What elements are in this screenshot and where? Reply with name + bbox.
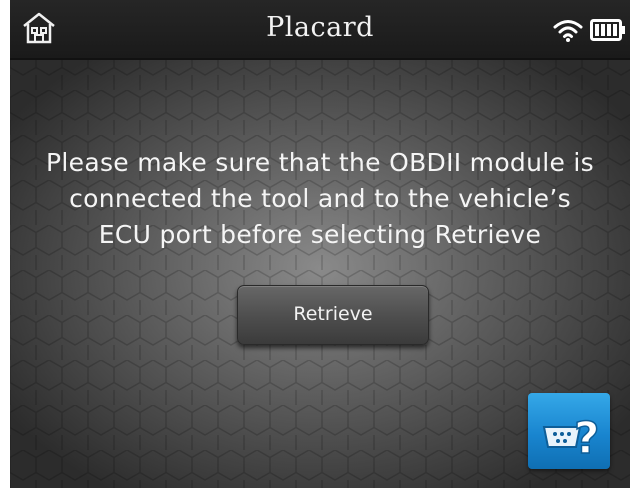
help-button[interactable]: ? xyxy=(528,393,610,469)
retrieve-button[interactable]: Retrieve xyxy=(237,285,429,345)
instruction-message: Please make sure that the OBDII module i… xyxy=(10,145,630,253)
message-line: Please make sure that the OBDII module i… xyxy=(46,148,594,177)
obd-help-icon: ? xyxy=(542,412,600,465)
message-line: connected the tool and to the vehicle’s xyxy=(69,184,571,213)
page-title: Placard xyxy=(266,12,374,43)
battery-icon xyxy=(590,19,625,41)
device-screen: Placard Please make sure that the OBDII … xyxy=(10,0,630,488)
wifi-icon xyxy=(553,20,583,42)
message-line: ECU port before selecting Retrieve xyxy=(98,220,542,249)
svg-text:?: ? xyxy=(574,413,600,464)
top-bar: Placard xyxy=(10,0,630,60)
